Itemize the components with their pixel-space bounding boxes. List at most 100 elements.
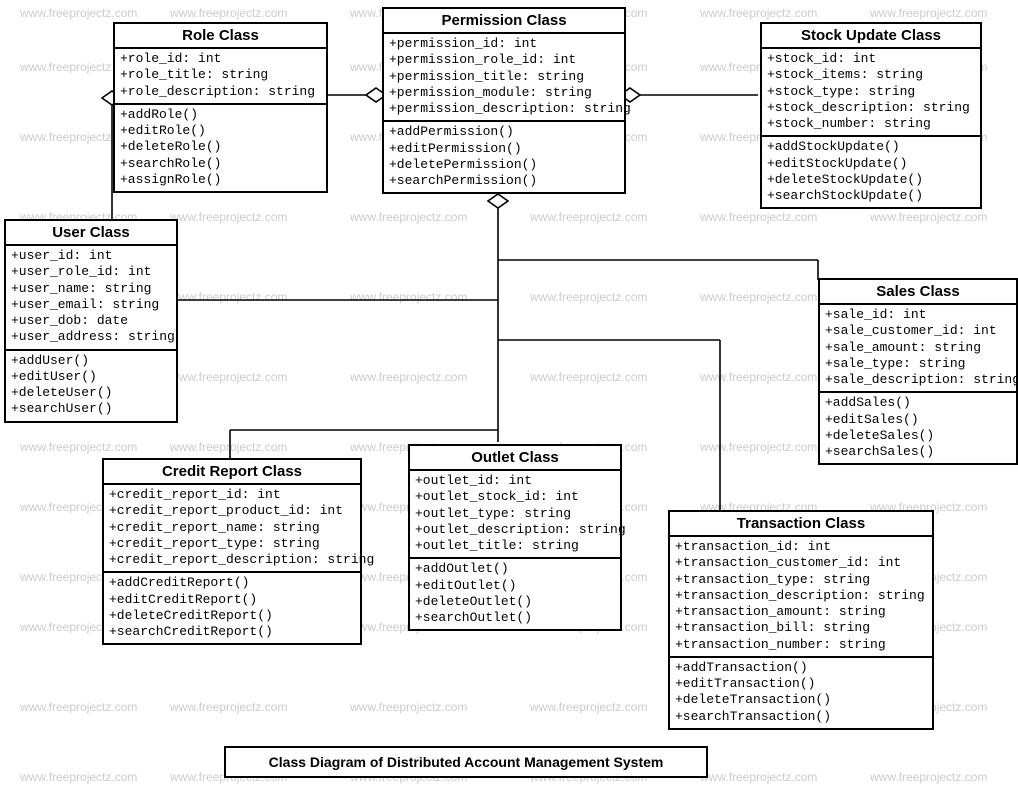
attr: +sale_customer_id: int: [825, 323, 1011, 339]
attr: +stock_number: string: [767, 116, 975, 132]
watermark-text: www.freeprojectz.com: [350, 290, 467, 304]
watermark-text: www.freeprojectz.com: [20, 770, 137, 784]
watermark-text: www.freeprojectz.com: [870, 770, 987, 784]
class-ops: +addPermission() +editPermission() +dele…: [384, 120, 624, 192]
op: +deleteTransaction(): [675, 692, 927, 708]
op: +addSales(): [825, 395, 1011, 411]
attr: +outlet_id: int: [415, 473, 615, 489]
attr: +stock_items: string: [767, 67, 975, 83]
watermark-text: www.freeprojectz.com: [870, 6, 987, 20]
attr: +permission_title: string: [389, 69, 619, 85]
class-title: Credit Report Class: [104, 460, 360, 485]
watermark-text: www.freeprojectz.com: [700, 370, 817, 384]
attr: +transaction_id: int: [675, 539, 927, 555]
watermark-text: www.freeprojectz.com: [170, 700, 287, 714]
watermark-text: www.freeprojectz.com: [700, 440, 817, 454]
attr: +user_dob: date: [11, 313, 171, 329]
class-ops: +addUser() +editUser() +deleteUser() +se…: [6, 349, 176, 421]
class-attrs: +permission_id: int +permission_role_id:…: [384, 34, 624, 120]
op: +searchPermission(): [389, 173, 619, 189]
op: +editStockUpdate(): [767, 156, 975, 172]
class-attrs: +user_id: int +user_role_id: int +user_n…: [6, 246, 176, 349]
op: +editSales(): [825, 412, 1011, 428]
watermark-text: www.freeprojectz.com: [530, 700, 647, 714]
attr: +user_id: int: [11, 248, 171, 264]
watermark-text: www.freeprojectz.com: [20, 440, 137, 454]
attr: +permission_role_id: int: [389, 52, 619, 68]
class-attrs: +transaction_id: int +transaction_custom…: [670, 537, 932, 656]
attr: +sale_type: string: [825, 356, 1011, 372]
attr: +sale_amount: string: [825, 340, 1011, 356]
op: +addCreditReport(): [109, 575, 355, 591]
op: +searchTransaction(): [675, 709, 927, 725]
attr: +user_email: string: [11, 297, 171, 313]
attr: +sale_id: int: [825, 307, 1011, 323]
op: +assignRole(): [120, 172, 321, 188]
op: +deleteCreditReport(): [109, 608, 355, 624]
class-transaction: Transaction Class +transaction_id: int +…: [668, 510, 934, 730]
attr: +credit_report_id: int: [109, 487, 355, 503]
op: +editCreditReport(): [109, 592, 355, 608]
op: +deleteOutlet(): [415, 594, 615, 610]
class-title: Stock Update Class: [762, 24, 980, 49]
attr: +transaction_amount: string: [675, 604, 927, 620]
class-ops: +addTransaction() +editTransaction() +de…: [670, 656, 932, 728]
attr: +transaction_customer_id: int: [675, 555, 927, 571]
attr: +role_title: string: [120, 67, 321, 83]
watermark-text: www.freeprojectz.com: [870, 210, 987, 224]
class-outlet: Outlet Class +outlet_id: int +outlet_sto…: [408, 444, 622, 631]
watermark-text: www.freeprojectz.com: [170, 210, 287, 224]
op: +addRole(): [120, 107, 321, 123]
attr: +outlet_stock_id: int: [415, 489, 615, 505]
watermark-text: www.freeprojectz.com: [20, 700, 137, 714]
attr: +role_id: int: [120, 51, 321, 67]
attr: +transaction_type: string: [675, 572, 927, 588]
watermark-text: www.freeprojectz.com: [350, 210, 467, 224]
watermark-text: www.freeprojectz.com: [530, 290, 647, 304]
class-role: Role Class +role_id: int +role_title: st…: [113, 22, 328, 193]
op: +searchUser(): [11, 401, 171, 417]
op: +editUser(): [11, 369, 171, 385]
watermark-text: www.freeprojectz.com: [170, 440, 287, 454]
watermark-text: www.freeprojectz.com: [700, 290, 817, 304]
attr: +stock_id: int: [767, 51, 975, 67]
attr: +transaction_description: string: [675, 588, 927, 604]
attr: +transaction_bill: string: [675, 620, 927, 636]
attr: +permission_module: string: [389, 85, 619, 101]
watermark-text: www.freeprojectz.com: [170, 370, 287, 384]
class-credit-report: Credit Report Class +credit_report_id: i…: [102, 458, 362, 645]
attr: +outlet_title: string: [415, 538, 615, 554]
op: +deleteUser(): [11, 385, 171, 401]
op: +addUser(): [11, 353, 171, 369]
class-user: User Class +user_id: int +user_role_id: …: [4, 219, 178, 423]
op: +editPermission(): [389, 141, 619, 157]
op: +deleteRole(): [120, 139, 321, 155]
op: +addTransaction(): [675, 660, 927, 676]
attr: +transaction_number: string: [675, 637, 927, 653]
op: +deletePermission(): [389, 157, 619, 173]
class-ops: +addSales() +editSales() +deleteSales() …: [820, 391, 1016, 463]
class-stock-update: Stock Update Class +stock_id: int +stock…: [760, 22, 982, 209]
class-ops: +addRole() +editRole() +deleteRole() +se…: [115, 103, 326, 191]
op: +searchRole(): [120, 156, 321, 172]
op: +deleteSales(): [825, 428, 1011, 444]
class-attrs: +credit_report_id: int +credit_report_pr…: [104, 485, 360, 571]
watermark-text: www.freeprojectz.com: [700, 210, 817, 224]
op: +addStockUpdate(): [767, 139, 975, 155]
op: +searchOutlet(): [415, 610, 615, 626]
class-attrs: +outlet_id: int +outlet_stock_id: int +o…: [410, 471, 620, 557]
class-title: User Class: [6, 221, 176, 246]
class-ops: +addOutlet() +editOutlet() +deleteOutlet…: [410, 557, 620, 629]
class-title: Transaction Class: [670, 512, 932, 537]
watermark-text: www.freeprojectz.com: [350, 370, 467, 384]
attr: +role_description: string: [120, 84, 321, 100]
attr: +credit_report_type: string: [109, 536, 355, 552]
attr: +credit_report_name: string: [109, 520, 355, 536]
attr: +permission_description: string: [389, 101, 619, 117]
watermark-text: www.freeprojectz.com: [350, 700, 467, 714]
attr: +outlet_description: string: [415, 522, 615, 538]
diagram-title: Class Diagram of Distributed Account Man…: [224, 746, 708, 778]
class-title: Role Class: [115, 24, 326, 49]
class-attrs: +sale_id: int +sale_customer_id: int +sa…: [820, 305, 1016, 391]
op: +searchSales(): [825, 444, 1011, 460]
